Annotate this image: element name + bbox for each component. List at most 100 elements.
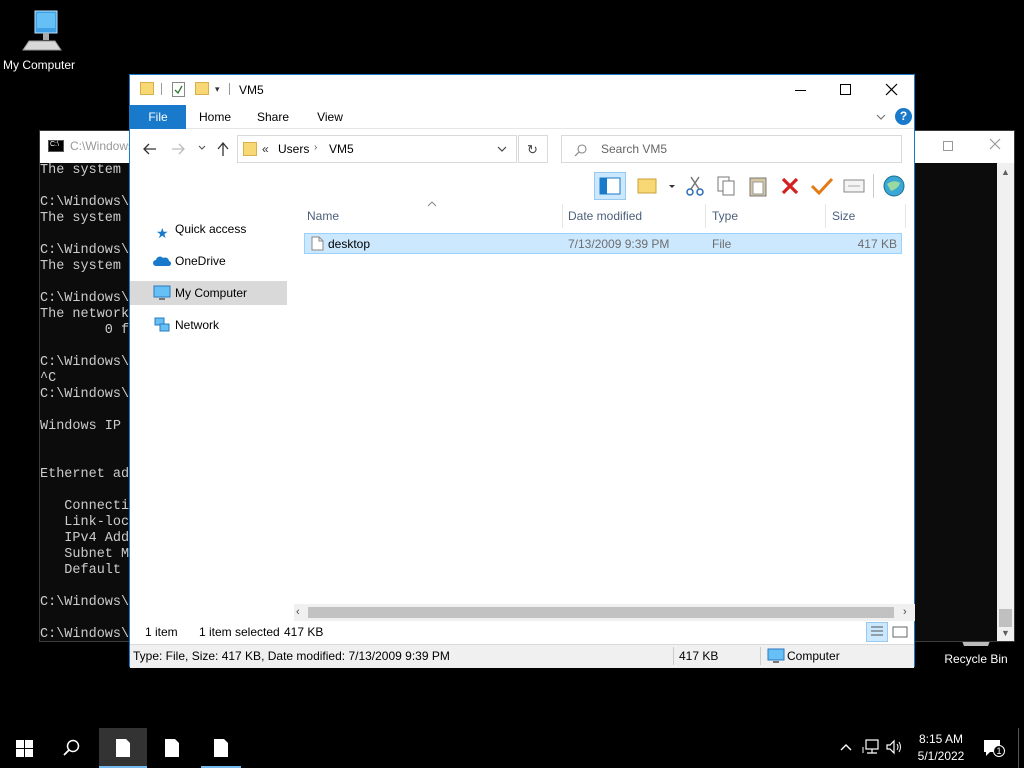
explorer-window[interactable]: ▾ VM5 File Home Share View ? « Users › V… xyxy=(129,74,915,668)
preview-pane-button[interactable] xyxy=(594,172,626,200)
taskbar-app-1[interactable] xyxy=(99,728,147,768)
search-placeholder: Search VM5 xyxy=(601,142,668,156)
scroll-thumb[interactable] xyxy=(308,607,894,618)
scroll-left-icon[interactable]: ‹ xyxy=(296,606,300,618)
selected-size: 417 KB xyxy=(284,625,324,639)
scroll-down-icon[interactable]: ▼ xyxy=(1001,628,1010,638)
column-header-size[interactable]: Size xyxy=(832,204,902,228)
column-header-type[interactable]: Type xyxy=(712,204,825,228)
notifications-icon[interactable]: 1 xyxy=(983,739,1005,759)
nav-quick-access[interactable]: ★ Quick access xyxy=(130,217,287,241)
tab-share[interactable]: Share xyxy=(252,105,294,129)
breadcrumb-chevron-icon: › xyxy=(314,142,318,153)
file-name: desktop xyxy=(328,237,371,251)
up-icon[interactable] xyxy=(216,141,230,157)
windows-icon xyxy=(16,740,33,757)
search-button[interactable] xyxy=(48,728,96,768)
address-row: « Users › VM5 ↻ Search VM5 xyxy=(130,130,914,170)
divider xyxy=(873,174,874,198)
delete-icon[interactable] xyxy=(780,176,800,196)
clock-time[interactable]: 8:15 AM xyxy=(916,732,966,746)
divider xyxy=(161,83,162,95)
search-icon xyxy=(63,739,81,757)
nav-my-computer[interactable]: My Computer xyxy=(130,281,287,305)
search-box[interactable]: Search VM5 xyxy=(561,135,902,163)
copy-icon[interactable] xyxy=(716,175,736,197)
console-scrollbar[interactable]: ▲ ▼ xyxy=(997,163,1014,641)
views-menu-icon[interactable] xyxy=(636,175,676,197)
table-row[interactable]: desktop 7/13/2009 9:39 PM File 417 KB xyxy=(304,233,902,254)
show-desktop-button[interactable] xyxy=(1018,728,1019,768)
globe-icon[interactable] xyxy=(882,174,906,198)
scroll-thumb[interactable] xyxy=(999,609,1012,627)
console-icon: C:\ xyxy=(48,140,64,152)
address-bar[interactable]: « Users › VM5 xyxy=(237,135,517,163)
tab-home[interactable]: Home xyxy=(194,105,236,129)
nav-network[interactable]: Network xyxy=(130,313,287,337)
selected-count: 1 item selected xyxy=(199,625,280,639)
help-icon[interactable]: ? xyxy=(895,108,912,125)
document-icon xyxy=(115,738,131,758)
file-icon xyxy=(311,236,324,251)
breadcrumb-overflow[interactable]: « xyxy=(262,142,269,156)
network-tray-icon[interactable] xyxy=(862,739,880,755)
checkmark-icon[interactable] xyxy=(810,176,834,196)
details-status-bar: Type: File, Size: 417 KB, Date modified:… xyxy=(130,644,914,668)
clock-date[interactable]: 5/1/2022 xyxy=(914,749,968,763)
file-size: 417 KB xyxy=(857,237,897,251)
console-close-icon[interactable] xyxy=(988,137,1002,151)
qat-dropdown-icon[interactable]: ▾ xyxy=(215,84,220,95)
back-icon[interactable] xyxy=(142,142,158,156)
star-icon: ★ xyxy=(156,225,169,241)
nav-label: OneDrive xyxy=(175,254,226,268)
show-hidden-icons-icon[interactable] xyxy=(840,742,852,752)
taskbar-app-3[interactable] xyxy=(197,728,245,768)
system-tray: 8:15 AM 5/1/2022 1 xyxy=(836,728,1024,768)
nav-label: Network xyxy=(175,318,220,332)
nav-onedrive[interactable]: OneDrive xyxy=(130,249,287,273)
new-folder-icon[interactable] xyxy=(195,82,209,95)
navigation-pane: ★ Quick access OneDrive My Computer Netw… xyxy=(130,204,293,644)
paste-icon[interactable] xyxy=(748,175,768,197)
tab-view[interactable]: View xyxy=(310,105,350,129)
toolbar xyxy=(130,170,914,204)
minimize-icon[interactable] xyxy=(795,90,806,91)
console-title: C:\Windows xyxy=(70,139,135,153)
tab-file[interactable]: File xyxy=(130,105,186,129)
computer-icon xyxy=(767,648,785,664)
start-button[interactable] xyxy=(0,728,48,768)
horizontal-scrollbar[interactable]: ‹ › xyxy=(294,604,915,621)
breadcrumb-vm5[interactable]: VM5 xyxy=(329,142,354,156)
divider xyxy=(705,204,706,228)
file-date: 7/13/2009 9:39 PM xyxy=(568,237,670,251)
computer-icon xyxy=(15,8,63,54)
taskbar: 8:15 AM 5/1/2022 1 xyxy=(0,728,1024,768)
breadcrumb-users[interactable]: Users xyxy=(278,142,309,156)
recent-locations-icon[interactable] xyxy=(198,144,206,152)
divider xyxy=(825,204,826,228)
taskbar-app-2[interactable] xyxy=(148,728,196,768)
title-bar[interactable]: ▾ VM5 xyxy=(130,75,914,105)
cut-icon[interactable] xyxy=(685,175,705,197)
properties-icon[interactable] xyxy=(172,82,185,97)
folder-icon xyxy=(140,82,154,95)
maximize-icon[interactable] xyxy=(840,84,851,95)
column-header-date[interactable]: Date modified xyxy=(568,204,705,228)
column-header-name[interactable]: Name xyxy=(307,204,562,228)
details-view-button[interactable] xyxy=(866,622,888,642)
rename-icon[interactable] xyxy=(843,179,865,193)
cloud-icon xyxy=(153,256,171,266)
scroll-right-icon[interactable]: › xyxy=(903,606,907,618)
console-maximize-icon[interactable] xyxy=(943,141,953,151)
close-icon[interactable] xyxy=(885,83,898,96)
volume-icon[interactable] xyxy=(885,739,903,755)
forward-icon[interactable] xyxy=(170,142,186,156)
refresh-button[interactable]: ↻ xyxy=(518,135,548,163)
desktop-icon-my-computer[interactable]: My Computer xyxy=(0,8,78,72)
address-dropdown-icon[interactable] xyxy=(497,145,507,153)
scroll-up-icon[interactable]: ▲ xyxy=(1001,167,1010,177)
expand-ribbon-icon[interactable] xyxy=(875,111,887,123)
large-icons-view-button[interactable] xyxy=(890,622,910,642)
network-icon xyxy=(153,317,171,333)
window-title: VM5 xyxy=(239,83,264,97)
